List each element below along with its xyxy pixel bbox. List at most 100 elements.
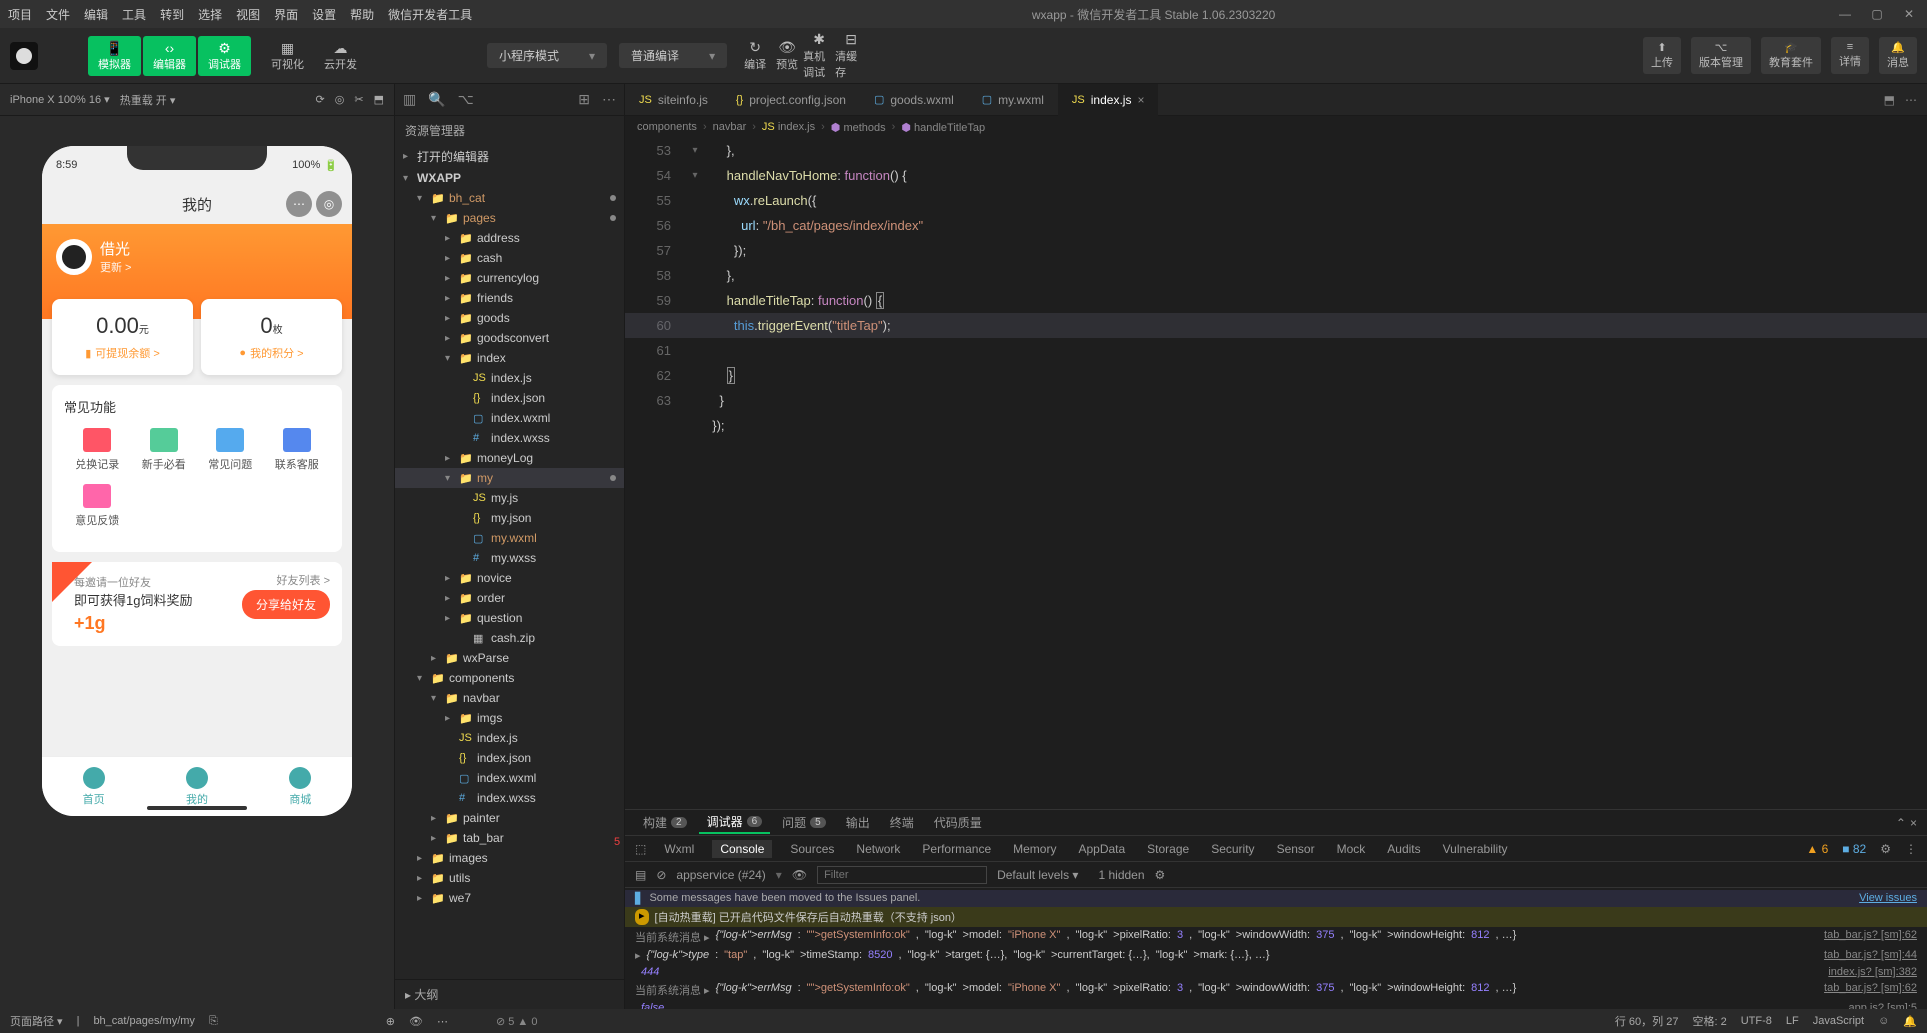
console-clear-icon[interactable]: ⊘ bbox=[656, 868, 666, 882]
hotreload-select[interactable]: 热重载 开 ▾ bbox=[120, 92, 176, 108]
console-level-select[interactable]: Default levels ▾ bbox=[997, 868, 1078, 882]
points-card[interactable]: 0枚 ●我的积分 > bbox=[201, 299, 342, 375]
minimize-button[interactable]: — bbox=[1835, 7, 1855, 21]
capsule-menu-icon[interactable]: ⋯ bbox=[286, 191, 312, 217]
devtools-tab[interactable]: Sensor bbox=[1273, 840, 1319, 858]
indent-info[interactable]: 空格: 2 bbox=[1692, 1013, 1726, 1029]
console-settings-icon[interactable]: ⚙ bbox=[1155, 868, 1166, 882]
tree-item[interactable]: ▾ 📁 index bbox=[395, 348, 624, 368]
page-path[interactable]: bh_cat/pages/my/my bbox=[93, 1015, 195, 1027]
editor-tab[interactable]: {}project.config.json bbox=[722, 84, 860, 116]
realdev-button[interactable]: ✱真机调试 bbox=[803, 42, 835, 70]
feedback-icon[interactable]: ☺ bbox=[1878, 1015, 1889, 1027]
console-sidebar-icon[interactable]: ▤ bbox=[635, 868, 646, 882]
tree-item[interactable]: JS index.js bbox=[395, 728, 624, 748]
eol[interactable]: LF bbox=[1786, 1015, 1799, 1027]
tree-item[interactable]: ▸ 📁 order bbox=[395, 588, 624, 608]
outline-section[interactable]: 大纲 bbox=[414, 988, 438, 1002]
tree-item[interactable]: {} index.json bbox=[395, 388, 624, 408]
panel-tab[interactable]: 输出 bbox=[838, 812, 878, 833]
language[interactable]: JavaScript bbox=[1813, 1015, 1864, 1027]
tree-item[interactable]: ▸ 📁 novice bbox=[395, 568, 624, 588]
detail-button[interactable]: ≡详情 bbox=[1831, 37, 1869, 74]
editor-toggle[interactable]: ‹›编辑器 bbox=[143, 36, 196, 76]
tree-item[interactable]: {} index.json bbox=[395, 748, 624, 768]
console-filter-input[interactable] bbox=[817, 866, 987, 884]
tree-item[interactable]: # index.wxss bbox=[395, 788, 624, 808]
tree-item[interactable]: ▾ 📁 my bbox=[395, 468, 624, 488]
devtools-tab[interactable]: Wxml bbox=[660, 840, 698, 858]
panel-up-icon[interactable]: ⌃ bbox=[1896, 816, 1906, 830]
share-button[interactable]: 分享给好友 bbox=[242, 590, 330, 619]
menu-item[interactable]: 工具 bbox=[122, 6, 146, 23]
tree-item[interactable]: ▸ 📁 moneyLog bbox=[395, 448, 624, 468]
code-editor[interactable]: 5354555657585960616263 ▾▾ }, handleNavTo… bbox=[625, 138, 1927, 809]
encoding[interactable]: UTF-8 bbox=[1741, 1015, 1772, 1027]
visual-button[interactable]: ▦可视化 bbox=[261, 36, 314, 76]
menu-item[interactable]: 界面 bbox=[274, 6, 298, 23]
sim-location-icon[interactable]: ◎ bbox=[335, 93, 345, 106]
tree-item[interactable]: ▸ 📁 goodsconvert bbox=[395, 328, 624, 348]
tree-item[interactable]: ▸ 📁 imgs bbox=[395, 708, 624, 728]
tree-item[interactable]: ▸ 📁 wxParse bbox=[395, 648, 624, 668]
copy-icon[interactable]: ⎘ bbox=[209, 1015, 218, 1028]
tree-item[interactable]: ▸ 📁 images bbox=[395, 848, 624, 868]
editor-tab[interactable]: JSsiteinfo.js bbox=[625, 84, 722, 116]
cloud-button[interactable]: ☁云开发 bbox=[314, 36, 367, 76]
tree-item[interactable]: ▸ 📁 tab_bar bbox=[395, 828, 624, 848]
tree-item[interactable]: ▢ my.wxml bbox=[395, 528, 624, 548]
devtools-tab[interactable]: Mock bbox=[1333, 840, 1370, 858]
breadcrumb[interactable]: components › navbar › JS index.js › ⬢ me… bbox=[625, 116, 1927, 138]
maximize-button[interactable]: ▢ bbox=[1867, 7, 1887, 21]
expand-icon[interactable]: ⊞ bbox=[578, 91, 590, 108]
close-button[interactable]: ✕ bbox=[1899, 7, 1919, 21]
split-icon[interactable]: ⬒ bbox=[1884, 93, 1895, 107]
menu-item[interactable]: 编辑 bbox=[84, 6, 108, 23]
more-tab-icon[interactable]: ⋯ bbox=[1905, 93, 1917, 107]
tree-item[interactable]: # my.wxss bbox=[395, 548, 624, 568]
menu-item[interactable]: 转到 bbox=[160, 6, 184, 23]
devtools-tab[interactable]: Security bbox=[1207, 840, 1258, 858]
devtools-tab[interactable]: Memory bbox=[1009, 840, 1060, 858]
tree-item[interactable]: {} my.json bbox=[395, 508, 624, 528]
explorer-icon[interactable]: ▥ bbox=[403, 91, 416, 108]
panel-tab[interactable]: 调试器6 bbox=[699, 811, 771, 834]
devtools-tab[interactable]: AppData bbox=[1074, 840, 1129, 858]
menu-item[interactable]: 项目 bbox=[8, 6, 32, 23]
root-folder[interactable]: ▾WXAPP bbox=[395, 168, 624, 188]
panel-tab[interactable]: 构建2 bbox=[635, 812, 695, 833]
func-item[interactable]: 意见反馈 bbox=[64, 484, 131, 528]
info-count[interactable]: ■ 82 bbox=[1842, 842, 1866, 856]
tree-item[interactable]: ▢ index.wxml bbox=[395, 408, 624, 428]
panel-tab[interactable]: 代码质量 bbox=[926, 812, 990, 833]
func-item[interactable]: 新手必看 bbox=[131, 428, 198, 472]
func-item[interactable]: 联系客服 bbox=[264, 428, 331, 472]
editor-tab[interactable]: ▢my.wxml bbox=[968, 84, 1058, 116]
simulator-toggle[interactable]: 📱模拟器 bbox=[88, 36, 141, 76]
git-icon[interactable]: ⌥ bbox=[458, 91, 474, 108]
compile-button[interactable]: ↻编译 bbox=[739, 42, 771, 70]
tree-item[interactable]: JS index.js bbox=[395, 368, 624, 388]
tree-item[interactable]: JS my.js bbox=[395, 488, 624, 508]
status-eye-icon[interactable]: 👁 bbox=[409, 1015, 423, 1028]
panel-tab[interactable]: 问题5 bbox=[774, 812, 834, 833]
warning-count[interactable]: ▲ 6 bbox=[1806, 842, 1828, 856]
tree-item[interactable]: # index.wxss bbox=[395, 428, 624, 448]
open-editors-section[interactable]: ▸打开的编辑器 bbox=[395, 145, 624, 168]
status-icon[interactable]: ⊕ bbox=[386, 1015, 395, 1028]
devtools-tab[interactable]: Storage bbox=[1143, 840, 1193, 858]
panel-close-icon[interactable]: × bbox=[1910, 816, 1917, 830]
sim-refresh-icon[interactable]: ⟳ bbox=[316, 93, 325, 106]
capsule-close-icon[interactable]: ◎ bbox=[316, 191, 342, 217]
devtools-more-icon[interactable]: ⋮ bbox=[1905, 842, 1917, 856]
upload-button[interactable]: ⬆上传 bbox=[1643, 37, 1681, 74]
tree-item[interactable]: ▾ 📁 navbar bbox=[395, 688, 624, 708]
func-item[interactable]: 常见问题 bbox=[197, 428, 264, 472]
console-hidden[interactable]: 1 hidden bbox=[1098, 868, 1144, 882]
menu-item[interactable]: 设置 bbox=[312, 6, 336, 23]
tree-item[interactable]: ▸ 📁 cash bbox=[395, 248, 624, 268]
tree-item[interactable]: ▸ 📁 currencylog bbox=[395, 268, 624, 288]
devtools-tab[interactable]: Audits bbox=[1383, 840, 1424, 858]
tree-item[interactable]: ▸ 📁 utils bbox=[395, 868, 624, 888]
tree-item[interactable]: ▸ 📁 we7 bbox=[395, 888, 624, 908]
